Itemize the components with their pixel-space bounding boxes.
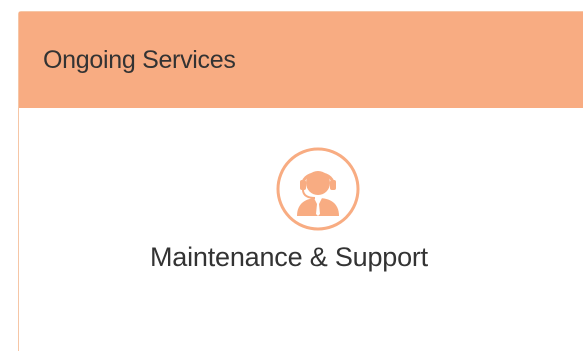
panel-header: Ongoing Services xyxy=(19,12,583,108)
ongoing-services-panel: Ongoing Services Maintenance & Support xyxy=(18,11,583,351)
service-label: Maintenance & Support xyxy=(150,242,428,272)
customer-support-headset-icon xyxy=(275,146,361,232)
panel-title: Ongoing Services xyxy=(43,45,236,74)
panel-body: Maintenance & Support xyxy=(19,108,583,348)
